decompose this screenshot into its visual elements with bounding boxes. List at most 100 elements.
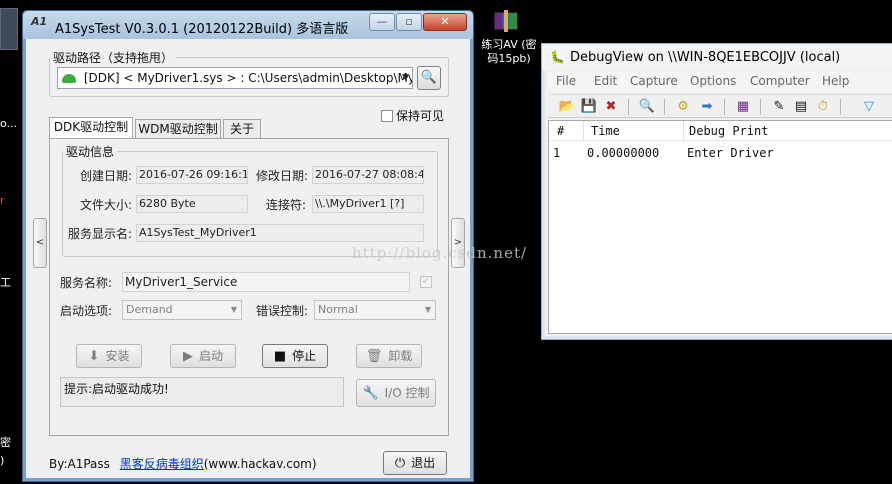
driver-info-legend: 驱动信息 — [66, 145, 115, 159]
toolbar-separator — [664, 99, 665, 115]
status-message: 提示:启动驱动成功! — [60, 377, 344, 407]
driver-path-legend: 驱动路径（支持拖甩） — [53, 51, 174, 65]
debugview-title: DebugView on \\WIN-8QE1EBCOJJV (local) — [570, 50, 841, 65]
trash-icon: 🗑 — [365, 349, 383, 364]
keep-visible-checkbox-box[interactable] — [381, 110, 393, 122]
filter-icon[interactable]: ✎ — [770, 98, 788, 116]
debugview-toolbar: 📂 💾 ✖ 🔍 ⚙ ➡ ▦ ✎ ▤ ⏱ ▽ — [548, 94, 892, 118]
filter-funnel-icon[interactable]: ▽ — [860, 98, 878, 116]
error-control-label: 错误控制: — [256, 304, 309, 318]
chevron-down-icon: ▼ — [424, 305, 431, 314]
debugview-titlebar[interactable]: 🐛 DebugView on \\WIN-8QE1EBCOJJV (local) — [542, 44, 892, 70]
browse-search-button[interactable]: 🔍 — [417, 66, 441, 90]
capture-kernel-icon[interactable]: ▦ — [734, 98, 752, 116]
play-icon: ▶ — [182, 349, 193, 364]
autoscroll-arrow-icon[interactable]: ➡ — [698, 98, 716, 116]
menu-edit[interactable]: Edit — [594, 74, 617, 88]
uninstall-button[interactable]: 🗑 卸载 — [356, 344, 422, 368]
row-debug-text: Enter Driver — [687, 146, 774, 160]
toolbar-separator — [628, 99, 629, 115]
install-button[interactable]: ⬇ 安装 — [76, 344, 142, 368]
keep-visible-label: 保持可见 — [396, 109, 445, 123]
error-control-select[interactable]: Normal ▼ — [314, 300, 436, 320]
clear-log-icon[interactable]: ✖ — [602, 98, 620, 116]
exit-button[interactable]: ⏻ 退出 — [383, 451, 447, 475]
desktop-icon-partial[interactable] — [0, 8, 18, 50]
debugview-app-icon: 🐛 — [550, 50, 565, 64]
tab-about[interactable]: 关于 — [223, 119, 261, 139]
nav-left-button[interactable]: < — [33, 218, 47, 268]
footer-url: (www.hackav.com) — [203, 457, 317, 471]
highlight-icon[interactable]: ▤ — [792, 98, 810, 116]
driver-path-value: [DDK] < MyDriver1.sys > : C:\Users\admin… — [83, 71, 413, 85]
menu-computer[interactable]: Computer — [750, 74, 810, 88]
main-window-titlebar[interactable]: A1 A1SysTest V0.3.0.1 (20120122Build) 多语… — [23, 11, 473, 39]
footer-author: By:A1Pass — [49, 457, 110, 471]
toolbar-separator — [760, 99, 761, 115]
io-control-button[interactable]: 🔧 I/O 控制 — [356, 379, 436, 407]
winrar-archive-label[interactable]: 练习AV (密 码15pb) — [476, 38, 542, 66]
maximize-button[interactable]: ▫ — [396, 13, 422, 31]
row-number: 1 — [553, 146, 561, 160]
winrar-archive-icon[interactable] — [494, 10, 518, 32]
capture-gear-icon[interactable]: ⚙ — [674, 98, 692, 116]
created-date-value: 2016-07-26 09:16:12 — [136, 166, 248, 184]
symbolic-link-label: 连接符: — [266, 198, 307, 212]
footer-org-link[interactable]: 黑客反病毒组织 — [120, 457, 204, 471]
column-header-time[interactable]: Time — [591, 124, 620, 138]
desktop-label-fragment-4: 密 — [0, 436, 11, 449]
tab-wdm[interactable]: WDM驱动控制 — [135, 119, 221, 139]
display-name-label: 服务显示名: — [68, 227, 133, 241]
toolbar-separator — [724, 99, 725, 115]
file-size-value: 6280 Byte — [136, 195, 248, 213]
start-option-label: 启动选项: — [60, 304, 113, 318]
main-window-title: A1SysTest V0.3.0.1 (20120122Build) 多语言版 — [55, 22, 349, 37]
blog-watermark: http://blog.csdn.net/ — [352, 244, 528, 262]
table-row[interactable]: 1 0.00000000 Enter Driver — [549, 145, 892, 163]
desktop-label-fragment-2: r — [0, 194, 5, 207]
desktop-label-fragment-5: ) — [0, 454, 5, 467]
service-name-label: 服务名称: — [60, 276, 113, 290]
debug-output-list[interactable]: # Time Debug Print 1 0.00000000 Enter Dr… — [548, 120, 892, 334]
menu-help[interactable]: Help — [822, 74, 849, 88]
debug-list-header: # Time Debug Print — [549, 121, 892, 141]
search-icon: 🔍 — [420, 70, 438, 85]
toolbar-separator — [840, 99, 841, 115]
display-name-value: A1SysTest_MyDriver1 — [136, 224, 424, 242]
download-icon: ⬇ — [88, 349, 100, 364]
tab-ddk[interactable]: DDK驱动控制 — [49, 117, 133, 139]
file-size-label: 文件大小: — [80, 198, 133, 212]
symbolic-link-value: \\.\MyDriver1 [?] — [312, 195, 424, 213]
driver-status-icon — [62, 74, 76, 83]
app-logo-icon: A1 — [31, 15, 48, 28]
clock-icon[interactable]: ⏱ — [814, 98, 832, 116]
column-header-number[interactable]: # — [557, 124, 564, 138]
column-separator — [583, 121, 584, 141]
start-button[interactable]: ▶ 启动 — [170, 344, 236, 368]
menu-capture[interactable]: Capture — [630, 74, 678, 88]
open-folder-icon[interactable]: 📂 — [558, 98, 576, 116]
driver-path-combo[interactable]: [DDK] < MyDriver1.sys > : C:\Users\admin… — [57, 67, 413, 89]
row-time: 0.00000000 — [587, 146, 660, 160]
service-name-value: MyDriver1_Service — [122, 272, 410, 292]
menu-file[interactable]: File — [556, 74, 576, 88]
footer-credits: By:A1Pass 黑客反病毒组织(www.hackav.com) — [49, 455, 317, 472]
minimize-button[interactable]: — — [369, 13, 395, 31]
close-button[interactable]: ✕ — [423, 13, 467, 31]
start-option-select[interactable]: Demand ▼ — [122, 300, 242, 320]
chevron-down-icon: ▼ — [230, 305, 237, 314]
chevron-down-icon[interactable]: ▼ — [402, 68, 409, 88]
menu-options[interactable]: Options — [690, 74, 736, 88]
column-header-debug-print[interactable]: Debug Print — [689, 124, 768, 138]
wrench-icon: 🔧 — [362, 386, 379, 401]
keep-visible-checkbox[interactable]: 保持可见 — [381, 107, 444, 124]
save-icon[interactable]: 💾 — [580, 98, 598, 116]
desktop-label-fragment-1: o... — [0, 117, 18, 130]
stop-button[interactable]: ■ 停止 — [262, 344, 328, 368]
ddk-tab-panel: 驱动信息 创建日期: 2016-07-26 09:16:12 修改日期: 201… — [49, 138, 449, 436]
service-name-checkbox[interactable]: ✓ — [420, 276, 432, 288]
power-icon: ⏻ — [394, 456, 406, 471]
find-icon[interactable]: 🔍 — [638, 98, 656, 116]
debugview-window: 🐛 DebugView on \\WIN-8QE1EBCOJJV (local)… — [541, 43, 892, 340]
desktop-label-fragment-3: 工 — [0, 276, 11, 289]
